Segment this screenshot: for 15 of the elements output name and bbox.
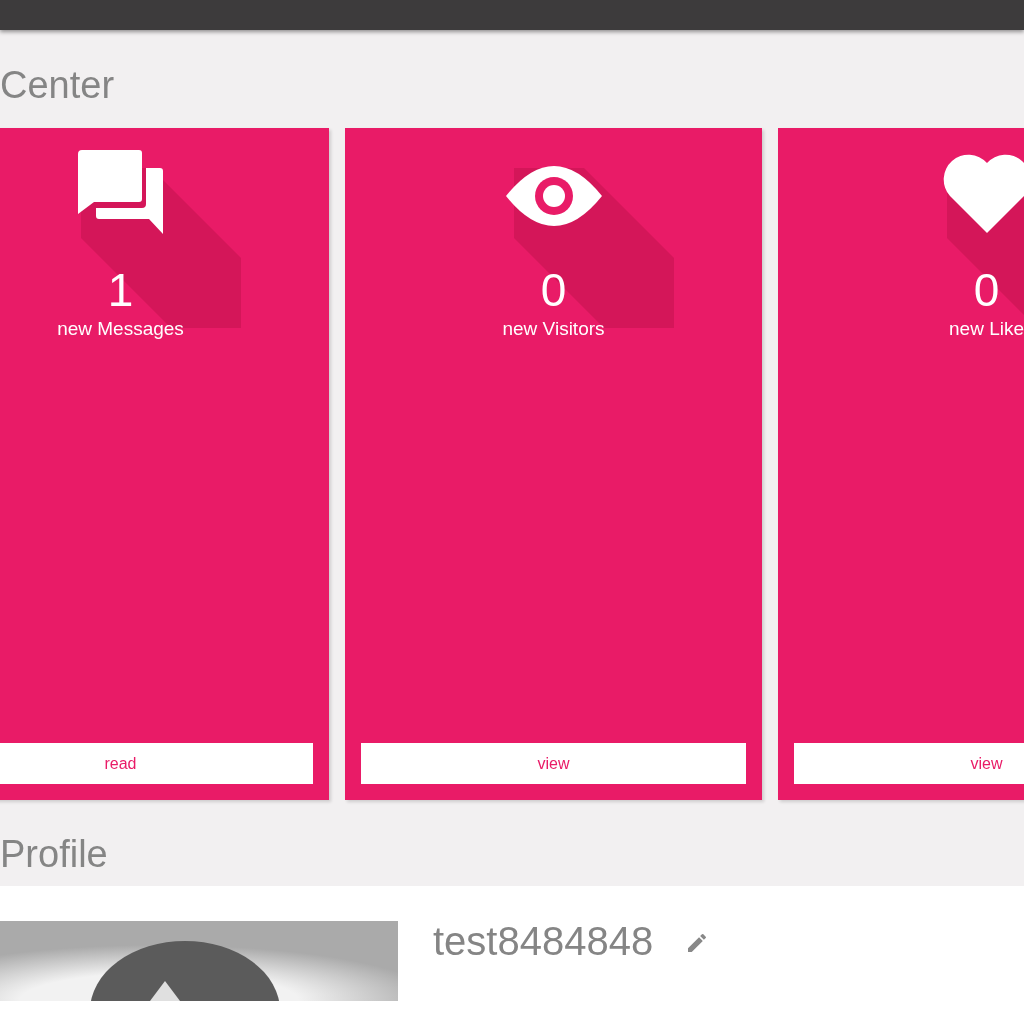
section-title: Center [0,63,115,108]
eye-icon [505,166,602,226]
chat-icon [77,150,164,236]
count-label: new Like [949,318,1024,340]
action-button[interactable]: view [794,743,1024,784]
username: test8484848 [433,921,654,961]
count-label: new Visitors [502,318,605,340]
count-number: 0 [540,264,567,316]
count-number: 1 [107,264,134,316]
action-button[interactable]: read [0,743,313,784]
count-number: 0 [973,264,1000,316]
count-label: new Messages [57,318,184,340]
heart-icon [942,153,1024,233]
action-button[interactable]: view [361,743,746,784]
section-title: Profile [0,832,108,877]
